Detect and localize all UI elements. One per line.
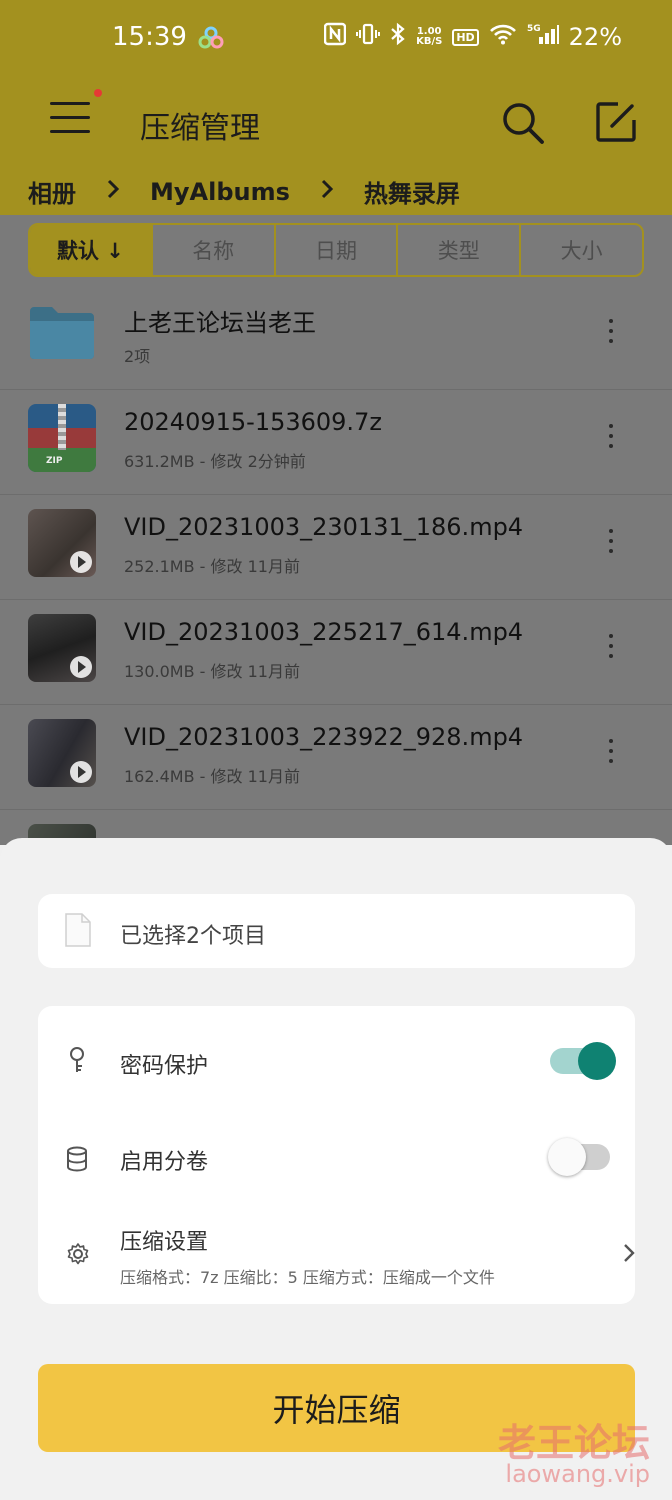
file-meta: 162.4MB - 修改 11月前 bbox=[124, 767, 300, 786]
video-thumbnail bbox=[28, 719, 96, 787]
file-meta: 130.0MB - 修改 11月前 bbox=[124, 662, 300, 681]
compress-bottom-sheet: 已选择2个项目 密码保护 启用分卷 压缩设置 压缩格式：7z 压缩比：5 压缩方… bbox=[0, 838, 672, 1500]
zip-archive-icon: ZIP bbox=[28, 404, 96, 472]
list-item[interactable]: 上老王论坛当老王 2项 bbox=[0, 285, 672, 390]
chevron-right-icon bbox=[622, 1242, 636, 1268]
password-toggle[interactable] bbox=[550, 1042, 616, 1080]
gear-icon bbox=[66, 1242, 90, 1270]
watermark-url: laowang.vip bbox=[505, 1460, 650, 1488]
split-volume-option[interactable]: 启用分卷 bbox=[38, 1110, 635, 1202]
key-icon bbox=[66, 1046, 88, 1078]
watermark-title: 老王论坛 bbox=[497, 1421, 650, 1465]
more-options-icon[interactable] bbox=[600, 634, 622, 666]
file-name: 上老王论坛当老王 bbox=[124, 309, 316, 337]
notification-dot bbox=[94, 89, 102, 97]
password-option[interactable]: 密码保护 bbox=[38, 1006, 635, 1110]
list-item[interactable]: ZIP 20240915-153609.7z 631.2MB - 修改 2分钟前 bbox=[0, 390, 672, 495]
file-list-area: 默认 ↓ 名称 日期 类型 大小 上老王论坛当老王 2项 ZIP 2024091… bbox=[0, 215, 672, 845]
breadcrumb-item[interactable]: MyAlbums bbox=[150, 178, 290, 206]
more-options-icon[interactable] bbox=[600, 424, 622, 456]
list-item[interactable]: VID_20231003_223922_928.mp4 162.4MB - 修改… bbox=[0, 705, 672, 810]
menu-icon[interactable] bbox=[50, 102, 90, 136]
more-options-icon[interactable] bbox=[600, 739, 622, 771]
sort-tab-size[interactable]: 大小 bbox=[519, 225, 642, 275]
settings-label: 压缩设置 bbox=[120, 1230, 209, 1255]
svg-text:5G: 5G bbox=[527, 24, 541, 34]
play-icon bbox=[70, 761, 92, 783]
breadcrumb-item-current[interactable]: 热舞录屏 bbox=[364, 174, 460, 209]
sort-tab-date[interactable]: 日期 bbox=[273, 225, 397, 275]
signal-icon: 5G bbox=[527, 22, 559, 52]
status-bar: 15:39 1.00 KB/S HD 5G 22% bbox=[0, 0, 672, 80]
net-speed: 1.00 KB/S bbox=[416, 27, 442, 47]
file-meta: 252.1MB - 修改 11月前 bbox=[124, 557, 300, 576]
split-label: 启用分卷 bbox=[120, 1150, 209, 1175]
breadcrumb-item[interactable]: 相册 bbox=[28, 174, 76, 209]
list-item[interactable]: VID_20231003_225217_614.mp4 130.0MB - 修改… bbox=[0, 600, 672, 705]
search-icon[interactable] bbox=[500, 100, 546, 150]
database-icon bbox=[66, 1146, 88, 1176]
sort-tab-name[interactable]: 名称 bbox=[150, 225, 274, 275]
sort-tab-default[interactable]: 默认 ↓ bbox=[30, 225, 151, 275]
video-thumbnail bbox=[28, 614, 96, 682]
document-icon bbox=[64, 912, 92, 952]
compress-settings-option[interactable]: 压缩设置 压缩格式：7z 压缩比：5 压缩方式：压缩成一个文件 bbox=[38, 1202, 635, 1304]
play-icon bbox=[70, 551, 92, 573]
edit-icon[interactable] bbox=[594, 100, 638, 148]
file-name: VID_20231003_225217_614.mp4 bbox=[124, 618, 524, 646]
battery-text: 22% bbox=[568, 23, 622, 51]
file-meta: 631.2MB - 修改 2分钟前 bbox=[124, 452, 306, 471]
chevron-right-icon bbox=[106, 178, 120, 206]
more-options-icon[interactable] bbox=[600, 319, 622, 351]
password-label: 密码保护 bbox=[120, 1054, 209, 1079]
play-icon bbox=[70, 656, 92, 678]
settings-summary: 压缩格式：7z 压缩比：5 压缩方式：压缩成一个文件 bbox=[120, 1268, 495, 1287]
file-meta: 2项 bbox=[124, 347, 151, 366]
bluetooth-icon bbox=[390, 22, 406, 52]
zip-badge: ZIP bbox=[46, 456, 63, 466]
app-notification-icon bbox=[198, 26, 224, 54]
vibrate-icon bbox=[356, 22, 381, 52]
selection-card[interactable]: 已选择2个项目 bbox=[38, 894, 635, 968]
nfc-icon bbox=[323, 22, 347, 52]
app-top-bar: 15:39 1.00 KB/S HD 5G 22% 压缩管理 相册 MyAlbu… bbox=[0, 0, 672, 215]
status-time: 15:39 bbox=[112, 22, 187, 52]
split-toggle[interactable] bbox=[548, 1138, 610, 1176]
sort-tabs: 默认 ↓ 名称 日期 类型 大小 bbox=[28, 223, 644, 277]
wifi-icon bbox=[489, 23, 517, 51]
sort-tab-type[interactable]: 类型 bbox=[396, 225, 519, 275]
video-thumbnail bbox=[28, 509, 96, 577]
file-name: VID_20231003_223922_928.mp4 bbox=[124, 723, 524, 751]
list-item[interactable]: VID_20231003_230131_186.mp4 252.1MB - 修改… bbox=[0, 495, 672, 600]
file-name: VID_20231003_230131_186.mp4 bbox=[124, 513, 524, 541]
folder-icon bbox=[28, 299, 96, 367]
options-card: 密码保护 启用分卷 压缩设置 压缩格式：7z 压缩比：5 压缩方式：压缩成一个文… bbox=[38, 1006, 635, 1304]
chevron-right-icon bbox=[320, 178, 334, 206]
selected-count-text: 已选择2个项目 bbox=[120, 924, 266, 949]
file-name: 20240915-153609.7z bbox=[124, 408, 382, 436]
page-title: 压缩管理 bbox=[140, 111, 260, 146]
net-speed-unit: KB/S bbox=[416, 36, 443, 47]
more-options-icon[interactable] bbox=[600, 529, 622, 561]
breadcrumb: 相册 MyAlbums 热舞录屏 bbox=[28, 174, 460, 209]
hd-badge: HD bbox=[452, 28, 479, 46]
